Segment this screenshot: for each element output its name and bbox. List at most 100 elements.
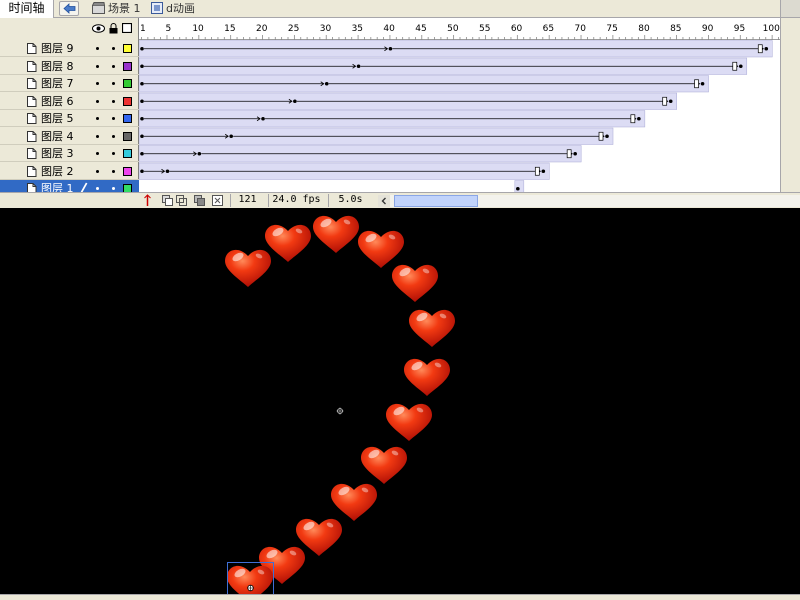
layer-lock-dot[interactable] — [112, 187, 115, 190]
center-frame-icon[interactable] — [141, 194, 154, 207]
keyframe-dot[interactable] — [700, 81, 705, 86]
heart-instance[interactable] — [404, 358, 450, 396]
keyframe-dot[interactable] — [738, 64, 743, 69]
layer-lock-dot[interactable] — [112, 117, 115, 120]
edit-multiple-frames-icon[interactable] — [193, 194, 206, 207]
breadcrumb-scene[interactable]: 场景 1 — [92, 1, 141, 17]
keyframe-dot[interactable] — [140, 64, 144, 69]
heart-instance[interactable] — [386, 403, 432, 441]
layer-visibility-dot[interactable] — [96, 152, 99, 155]
keyframe-dot[interactable] — [197, 151, 202, 156]
heart-instance[interactable] — [358, 230, 404, 268]
layer-outline-color-swatch[interactable] — [123, 166, 132, 176]
layer-lock-dot[interactable] — [112, 99, 115, 103]
heart-instance[interactable] — [361, 446, 407, 484]
layer-visibility-dot[interactable] — [96, 134, 99, 138]
layer-row[interactable]: 图层 9 — [0, 40, 139, 57]
layer-track[interactable] — [139, 145, 582, 163]
heart-instance[interactable] — [265, 224, 311, 262]
layer-row[interactable]: 图层 4 — [0, 128, 139, 145]
layer-track[interactable] — [139, 57, 748, 75]
frame-tracks[interactable] — [139, 40, 780, 192]
layer-outline-color-swatch[interactable] — [123, 114, 132, 123]
keyframe-dot[interactable] — [140, 151, 144, 156]
onion-skin-icon[interactable] — [161, 194, 174, 207]
keyframe-dot[interactable] — [541, 169, 546, 174]
keyframe-dot[interactable] — [388, 46, 393, 51]
heart-instance[interactable] — [392, 264, 438, 302]
keyframe-dot[interactable] — [140, 134, 144, 139]
keyframe-dot[interactable] — [140, 169, 144, 174]
keyframe-dot[interactable] — [140, 116, 144, 121]
lock-icon[interactable] — [109, 23, 118, 34]
layer-track[interactable] — [139, 127, 614, 145]
layer-lock-dot[interactable] — [112, 47, 115, 50]
eye-icon[interactable] — [92, 24, 105, 33]
layer-track[interactable] — [139, 162, 550, 180]
layer-visibility-dot[interactable] — [96, 82, 99, 85]
scroll-thumb[interactable] — [394, 195, 478, 207]
keyframe-dot[interactable] — [140, 81, 144, 86]
layer-visibility-dot[interactable] — [96, 99, 99, 103]
onion-skin-outlines-icon[interactable] — [175, 194, 188, 207]
modify-onion-markers-icon[interactable] — [211, 194, 224, 207]
layer-visibility-dot[interactable] — [96, 64, 99, 68]
layer-track[interactable] — [139, 40, 773, 58]
layer-outline-color-swatch[interactable] — [123, 61, 132, 71]
keyframe-dot[interactable] — [324, 81, 329, 86]
keyframe-dot[interactable] — [140, 99, 144, 104]
layer-lock-dot[interactable] — [112, 64, 115, 68]
edit-scene-button[interactable] — [780, 0, 800, 17]
layer-track[interactable] — [514, 180, 525, 193]
frame-ruler[interactable]: 1 5 10 15 20 25 30 35 40 45 50 55 60 65 70 75 80 85 90 95 10… — [139, 18, 780, 40]
heart-instance[interactable] — [296, 518, 342, 556]
layer-lock-dot[interactable] — [112, 169, 115, 173]
heart-instance[interactable] — [313, 215, 359, 253]
keyframe-dot[interactable] — [516, 186, 520, 191]
heart-instance[interactable] — [331, 483, 377, 521]
keyframe-dot[interactable] — [605, 134, 609, 139]
keyframe-dot[interactable] — [573, 151, 577, 156]
heart-instance[interactable] — [225, 249, 271, 287]
layer-row[interactable]: 图层 5 — [0, 110, 139, 127]
layer-outline-color-swatch[interactable] — [123, 131, 132, 141]
keyframe-dot[interactable] — [764, 46, 769, 51]
layer-outline-color-swatch[interactable] — [123, 149, 132, 158]
back-arrow-button[interactable] — [59, 1, 79, 16]
layer-row[interactable]: 图层 6 — [0, 93, 139, 110]
layer-track[interactable] — [139, 92, 677, 110]
hearts-group[interactable] — [225, 215, 455, 594]
timeline-vertical-scrollbar[interactable] — [780, 18, 800, 192]
scroll-left-button[interactable] — [378, 195, 390, 207]
stage-canvas[interactable] — [0, 208, 800, 594]
heart-instance[interactable] — [409, 309, 455, 347]
layer-lock-dot[interactable] — [112, 152, 115, 155]
layer-visibility-dot[interactable] — [96, 117, 99, 120]
keyframe-dot[interactable] — [293, 99, 297, 104]
layer-row[interactable]: 图层 2 — [0, 163, 139, 180]
layer-row[interactable]: 图层 3 — [0, 145, 139, 162]
keyframe-dot[interactable] — [165, 169, 170, 174]
layer-row[interactable]: 图层 7 — [0, 75, 139, 92]
layer-outline-color-swatch[interactable] — [123, 96, 132, 106]
keyframe-dot[interactable] — [637, 116, 641, 121]
stage-artwork[interactable] — [0, 208, 800, 594]
layer-lock-dot[interactable] — [112, 134, 115, 138]
layer-visibility-dot[interactable] — [96, 187, 99, 190]
layer-visibility-dot[interactable] — [96, 47, 99, 50]
stage-bottom-scrollbar[interactable] — [0, 594, 800, 600]
tween-span[interactable] — [514, 180, 525, 193]
outline-icon[interactable] — [122, 23, 132, 33]
keyframe-dot[interactable] — [261, 116, 265, 121]
timeline-horizontal-scrollbar[interactable] — [378, 195, 800, 207]
layer-outline-color-swatch[interactable] — [123, 79, 132, 88]
keyframe-dot[interactable] — [140, 46, 144, 51]
layer-outline-color-swatch[interactable] — [123, 44, 132, 53]
keyframe-dot[interactable] — [668, 99, 673, 104]
layer-row[interactable]: 图层 8 — [0, 58, 139, 75]
layer-visibility-dot[interactable] — [96, 169, 99, 173]
layer-track[interactable] — [139, 110, 646, 128]
breadcrumb-movieclip[interactable]: d动画 — [151, 1, 195, 17]
timeline-frames[interactable]: 1 5 10 15 20 25 30 35 40 45 50 55 60 65 70 75 80 85 90 95 10… — [139, 18, 780, 192]
timeline-tab[interactable]: 时间轴 — [0, 0, 54, 18]
